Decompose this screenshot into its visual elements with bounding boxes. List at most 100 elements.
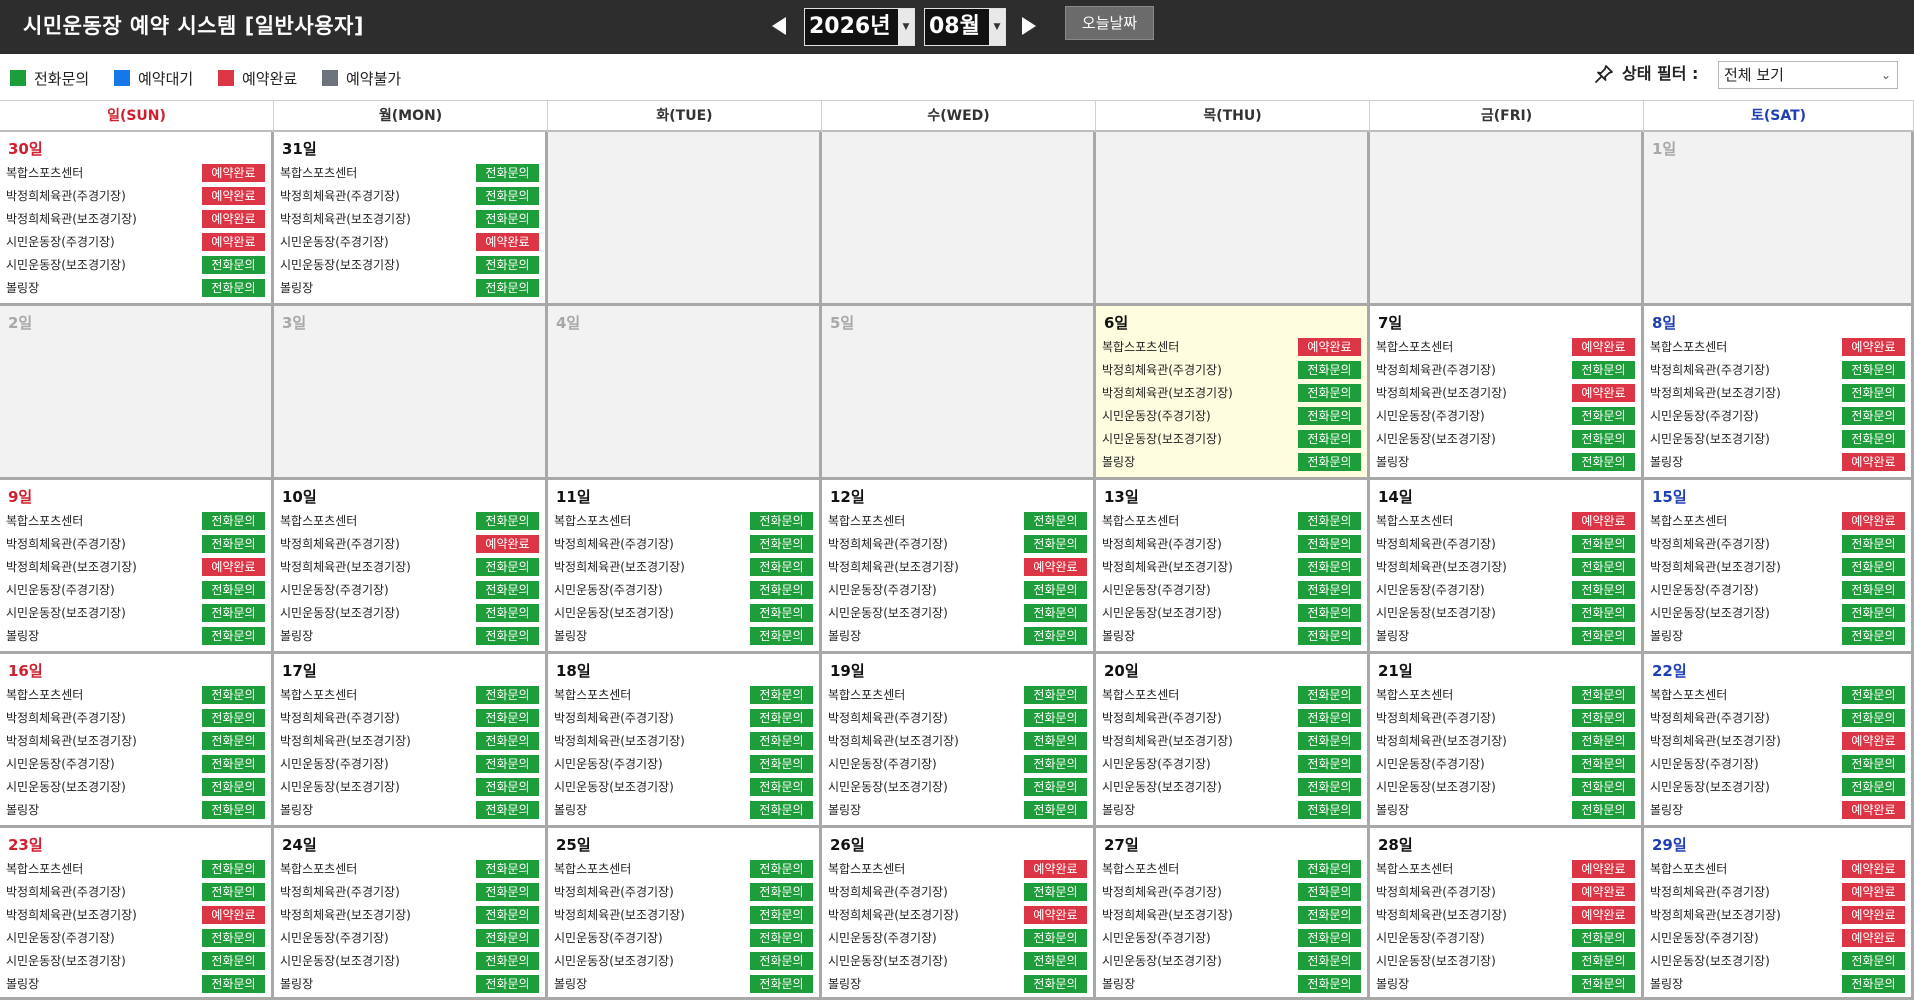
status-badge[interactable]: 전화문의	[1842, 778, 1905, 796]
status-badge[interactable]: 예약완료	[1572, 883, 1635, 901]
status-badge[interactable]: 예약완료	[1842, 883, 1905, 901]
calendar-day-cell[interactable]: 24일 복합스포츠센터 전화문의 박정희체육관(주경기장) 전화문의 박정희체육관(보조경…	[274, 828, 548, 1000]
status-badge[interactable]: 전화문의	[1842, 361, 1905, 379]
status-badge[interactable]: 전화문의	[1298, 686, 1361, 704]
calendar-day-cell[interactable]: 28일 복합스포츠센터 예약완료 박정희체육관(주경기장) 예약완료 박정희체육관(보조경…	[1370, 828, 1644, 1000]
status-badge[interactable]: 예약완료	[1572, 860, 1635, 878]
status-badge[interactable]: 전화문의	[202, 929, 265, 947]
calendar-day-cell[interactable]: 27일 복합스포츠센터 전화문의 박정희체육관(주경기장) 전화문의 박정희체육관(보조경…	[1096, 828, 1370, 1000]
calendar-day-cell[interactable]: 8일 복합스포츠센터 예약완료 박정희체육관(주경기장) 전화문의 박정희체육관(보조경기…	[1644, 306, 1914, 480]
calendar-day-cell[interactable]: 16일 복합스포츠센터 전화문의 박정희체육관(주경기장) 전화문의 박정희체육관(보조경…	[0, 654, 274, 828]
status-badge[interactable]: 전화문의	[202, 256, 265, 274]
status-badge[interactable]: 예약완료	[1572, 512, 1635, 530]
calendar-day-cell[interactable]: 21일 복합스포츠센터 전화문의 박정희체육관(주경기장) 전화문의 박정희체육관(보조경…	[1370, 654, 1644, 828]
status-badge[interactable]: 전화문의	[750, 778, 813, 796]
status-badge[interactable]: 전화문의	[1024, 778, 1087, 796]
status-badge[interactable]: 전화문의	[202, 755, 265, 773]
calendar-day-cell[interactable]: 10일 복합스포츠센터 전화문의 박정희체육관(주경기장) 예약완료 박정희체육관(보조경…	[274, 480, 548, 654]
status-badge[interactable]: 예약완료	[476, 535, 539, 553]
status-badge[interactable]: 전화문의	[202, 732, 265, 750]
status-badge[interactable]: 예약완료	[1842, 906, 1905, 924]
status-badge[interactable]: 전화문의	[1572, 361, 1635, 379]
status-badge[interactable]: 예약완료	[1842, 801, 1905, 819]
status-badge[interactable]: 전화문의	[1842, 709, 1905, 727]
status-badge[interactable]: 전화문의	[750, 906, 813, 924]
status-badge[interactable]: 전화문의	[1024, 535, 1087, 553]
status-badge[interactable]: 전화문의	[1298, 732, 1361, 750]
status-badge[interactable]: 전화문의	[1298, 952, 1361, 970]
calendar-day-cell[interactable]: 18일 복합스포츠센터 전화문의 박정희체육관(주경기장) 전화문의 박정희체육관(보조경…	[548, 654, 822, 828]
status-badge[interactable]: 전화문의	[750, 883, 813, 901]
status-badge[interactable]: 예약완료	[1024, 558, 1087, 576]
status-badge[interactable]: 전화문의	[1572, 975, 1635, 993]
status-badge[interactable]: 전화문의	[476, 187, 539, 205]
status-badge[interactable]: 전화문의	[476, 975, 539, 993]
status-badge[interactable]: 전화문의	[1572, 558, 1635, 576]
status-badge[interactable]: 전화문의	[1842, 975, 1905, 993]
status-badge[interactable]: 예약완료	[1842, 512, 1905, 530]
status-badge[interactable]: 전화문의	[1572, 709, 1635, 727]
status-badge[interactable]: 전화문의	[1024, 604, 1087, 622]
status-badge[interactable]: 예약완료	[1842, 453, 1905, 471]
status-badge[interactable]: 전화문의	[476, 860, 539, 878]
status-badge[interactable]: 전화문의	[1298, 906, 1361, 924]
status-badge[interactable]: 전화문의	[750, 512, 813, 530]
status-badge[interactable]: 전화문의	[202, 581, 265, 599]
status-badge[interactable]: 전화문의	[750, 627, 813, 645]
status-badge[interactable]: 전화문의	[1298, 535, 1361, 553]
status-badge[interactable]: 전화문의	[1298, 384, 1361, 402]
status-badge[interactable]: 예약완료	[1842, 860, 1905, 878]
status-badge[interactable]: 전화문의	[1842, 430, 1905, 448]
status-badge[interactable]: 전화문의	[202, 778, 265, 796]
status-badge[interactable]: 전화문의	[476, 732, 539, 750]
status-badge[interactable]: 전화문의	[750, 686, 813, 704]
status-badge[interactable]: 전화문의	[1024, 883, 1087, 901]
status-badge[interactable]: 전화문의	[1024, 709, 1087, 727]
status-badge[interactable]: 전화문의	[202, 952, 265, 970]
status-badge[interactable]: 전화문의	[1298, 755, 1361, 773]
status-badge[interactable]: 전화문의	[1024, 581, 1087, 599]
calendar-day-cell[interactable]: 19일 복합스포츠센터 전화문의 박정희체육관(주경기장) 전화문의 박정희체육관(보조경…	[822, 654, 1096, 828]
status-badge[interactable]: 전화문의	[1572, 453, 1635, 471]
status-badge[interactable]: 전화문의	[1298, 709, 1361, 727]
status-badge[interactable]: 전화문의	[1298, 407, 1361, 425]
calendar-day-cell[interactable]: 26일 복합스포츠센터 예약완료 박정희체육관(주경기장) 전화문의 박정희체육관(보조경…	[822, 828, 1096, 1000]
status-badge[interactable]: 전화문의	[1572, 581, 1635, 599]
status-badge[interactable]: 전화문의	[202, 801, 265, 819]
status-badge[interactable]: 전화문의	[1572, 732, 1635, 750]
status-badge[interactable]: 전화문의	[1572, 407, 1635, 425]
status-badge[interactable]: 전화문의	[1024, 801, 1087, 819]
next-month-icon[interactable]	[1018, 14, 1040, 38]
status-badge[interactable]: 전화문의	[1842, 558, 1905, 576]
status-badge[interactable]: 전화문의	[476, 164, 539, 182]
status-badge[interactable]: 전화문의	[1298, 860, 1361, 878]
status-badge[interactable]: 예약완료	[1842, 732, 1905, 750]
status-badge[interactable]: 전화문의	[1298, 929, 1361, 947]
status-badge[interactable]: 전화문의	[1298, 558, 1361, 576]
calendar-day-cell[interactable]: 6일 복합스포츠센터 예약완료 박정희체육관(주경기장) 전화문의 박정희체육관(보조경기…	[1096, 306, 1370, 480]
status-badge[interactable]: 전화문의	[1298, 453, 1361, 471]
status-badge[interactable]: 전화문의	[750, 535, 813, 553]
status-badge[interactable]: 전화문의	[1572, 604, 1635, 622]
status-badge[interactable]: 전화문의	[1024, 952, 1087, 970]
status-badge[interactable]: 전화문의	[1572, 627, 1635, 645]
status-badge[interactable]: 전화문의	[476, 929, 539, 947]
calendar-day-cell[interactable]: 7일 복합스포츠센터 예약완료 박정희체육관(주경기장) 전화문의 박정희체육관(보조경기…	[1370, 306, 1644, 480]
calendar-day-cell[interactable]: 14일 복합스포츠센터 예약완료 박정희체육관(주경기장) 전화문의 박정희체육관(보조경…	[1370, 480, 1644, 654]
status-badge[interactable]: 전화문의	[1572, 801, 1635, 819]
status-badge[interactable]: 예약완료	[1572, 338, 1635, 356]
status-badge[interactable]: 전화문의	[1572, 535, 1635, 553]
calendar-day-cell[interactable]: 15일 복합스포츠센터 예약완료 박정희체육관(주경기장) 전화문의 박정희체육관(보조경…	[1644, 480, 1914, 654]
status-badge[interactable]: 전화문의	[1842, 627, 1905, 645]
status-badge[interactable]: 전화문의	[1298, 512, 1361, 530]
status-badge[interactable]: 전화문의	[1024, 755, 1087, 773]
status-badge[interactable]: 전화문의	[476, 279, 539, 297]
status-badge[interactable]: 예약완료	[1024, 906, 1087, 924]
status-badge[interactable]: 전화문의	[750, 581, 813, 599]
status-badge[interactable]: 예약완료	[202, 906, 265, 924]
status-badge[interactable]: 전화문의	[202, 860, 265, 878]
status-badge[interactable]: 예약완료	[1298, 338, 1361, 356]
status-badge[interactable]: 전화문의	[1842, 535, 1905, 553]
status-badge[interactable]: 전화문의	[1842, 407, 1905, 425]
status-badge[interactable]: 전화문의	[750, 952, 813, 970]
